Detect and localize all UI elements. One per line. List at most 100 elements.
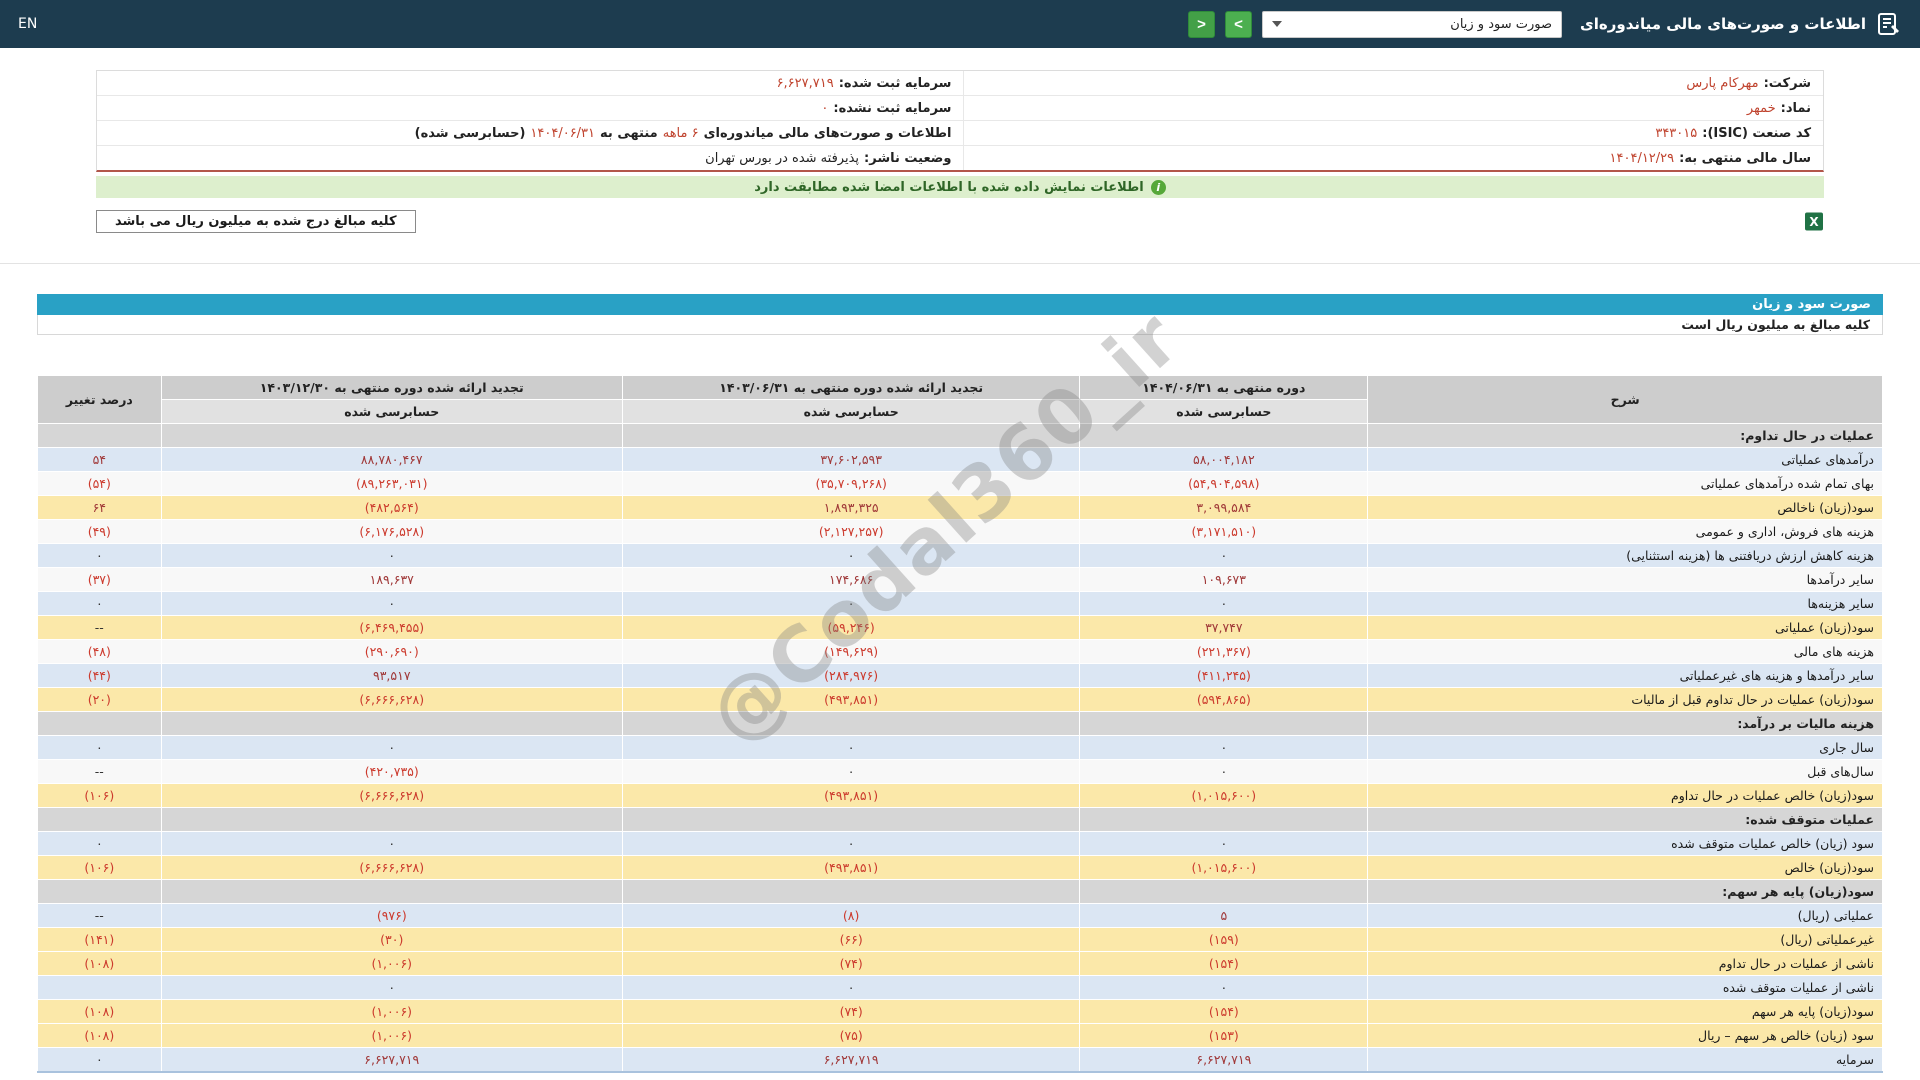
value-cell (1079, 879, 1369, 904)
value-cell: ۱۰۹,۶۷۳ (1079, 567, 1369, 592)
section-header-row: هزینه مالیات بر درآمد: (37, 711, 1883, 736)
period-audit-status: (حسابرسی شده) (414, 125, 526, 141)
statement-row: سود(زیان) عملیات در حال تداوم قبل از مال… (37, 687, 1883, 712)
value-cell: ۰ (160, 975, 623, 1000)
value-cell (160, 807, 623, 832)
company-field-value: پذیرفته شده در بورس تهران (705, 150, 860, 166)
value-cell: ۹۳,۵۱۷ (160, 663, 623, 688)
value-cell: (۱,۰۰۶) (160, 951, 623, 976)
value-cell: (۳,۱۷۱,۵۱۰) (1079, 519, 1369, 544)
row-label: سود(زیان) خالص (1367, 855, 1883, 880)
next-statement-button[interactable]: > (1225, 10, 1253, 38)
report-period-info: اطلاعات و صورت‌های مالی میاندوره‌ای ۶ ما… (97, 121, 963, 145)
company-field-label: نماد: (1780, 100, 1811, 116)
statement-row: سرمایه ۶,۶۲۷,۷۱۹ ۶,۶۲۷,۷۱۹ ۶,۶۲۷,۷۱۹ ۰ (37, 1047, 1883, 1072)
value-cell: (۴۸۲,۵۶۴) (160, 495, 623, 520)
value-cell: (۱۵۴) (1079, 951, 1369, 976)
value-cell: (۱,۰۱۵,۶۰۰) (1079, 855, 1369, 880)
isic-code-field: کد صنعت (ISIC): ۳۴۳۰۱۵ (963, 121, 1823, 145)
column-header-period-restated-2: تجدید ارائه شده دوره منتهی به ۱۴۰۳/۱۲/۳۰ (160, 375, 623, 400)
svg-text:X: X (1809, 215, 1819, 229)
divider (0, 263, 1920, 264)
value-cell: ۰ (160, 831, 623, 856)
change-percent-cell (37, 975, 162, 1000)
value-cell: (۲۲۱,۳۶۷) (1079, 639, 1369, 664)
value-cell: ۰ (621, 735, 1081, 760)
change-percent-cell: ۰ (37, 831, 162, 856)
period-date: ۱۴۰۴/۰۶/۳۱ (530, 125, 596, 141)
income-statement-table: شرح دوره منتهی به ۱۴۰۴/۰۶/۳۱ تجدید ارائه… (37, 375, 1883, 1073)
row-label: سال جاری (1367, 735, 1883, 760)
company-field-label: سرمایه ثبت نشده: (833, 100, 952, 116)
top-bar: اطلاعات و صورت‌های مالی میاندوره‌ای صورت… (0, 0, 1920, 48)
company-info-row: نماد: خمهر سرمایه ثبت نشده: ۰ (97, 95, 1823, 120)
value-cell: ۳۷,۷۴۷ (1079, 615, 1369, 640)
statement-select[interactable]: صورت سود و زیان (1262, 10, 1563, 38)
value-cell: ۰ (621, 831, 1081, 856)
period-text: منتهی به (600, 125, 658, 141)
row-label: سال‌های قبل (1367, 759, 1883, 784)
company-field-label: سال مالی منتهی به: (1679, 150, 1811, 166)
value-cell: ۱۷۴,۶۸۶ (621, 567, 1081, 592)
statement-row: ناشی از عملیات متوقف شده ۰ ۰ ۰ (37, 975, 1883, 1000)
value-cell: (۱۵۹) (1079, 927, 1369, 952)
row-label: هزینه های مالی (1367, 639, 1883, 664)
income-statement-section: صورت سود و زیان کلیه مبالغ به میلیون ریا… (37, 294, 1883, 1073)
value-cell: ۰ (160, 735, 623, 760)
change-percent-cell (37, 711, 162, 736)
row-label: سود (زیان) خالص عملیات متوقف شده (1367, 831, 1883, 856)
value-cell: ۰ (160, 591, 623, 616)
row-label: سایر درآمدها (1367, 567, 1883, 592)
change-percent-cell: -- (37, 759, 162, 784)
row-label: بهای تمام شده درآمدهای عملیاتی (1367, 471, 1883, 496)
notice-text: اطلاعات نمایش داده شده با اطلاعات امضا ش… (754, 179, 1144, 195)
row-label: عملیات در حال تداوم: (1367, 423, 1883, 448)
previous-statement-button[interactable]: < (1188, 10, 1216, 38)
statement-row: سود (زیان) خالص هر سهم – ریال (۱۵۳) (۷۵) (۱… (37, 1023, 1883, 1048)
value-cell: (۷۵) (621, 1023, 1081, 1048)
column-header-period-current: دوره منتهی به ۱۴۰۴/۰۶/۳۱ (1079, 375, 1369, 400)
value-cell (621, 711, 1081, 736)
value-cell: ۰ (621, 591, 1081, 616)
value-cell (1079, 711, 1369, 736)
change-percent-cell: (۱۰۶) (37, 855, 162, 880)
statement-row: سایر هزینه‌ها ۰ ۰ ۰ ۰ (37, 591, 1883, 616)
language-toggle[interactable]: EN (18, 16, 37, 32)
value-cell: ۱۸۹,۶۳۷ (160, 567, 623, 592)
row-label: هزینه کاهش ارزش دریافتنی ها (هزینه استثن… (1367, 543, 1883, 568)
company-info-row: سال مالی منتهی به: ۱۴۰۴/۱۲/۲۹ وضعیت ناشر… (97, 145, 1823, 170)
section-header-row: عملیات متوقف شده: (37, 807, 1883, 832)
change-percent-cell: ۰ (37, 1047, 162, 1072)
company-field-value: خمهر (1746, 100, 1776, 116)
statement-row: سود(زیان) ناخالص ۳,۰۹۹,۵۸۴ ۱,۸۹۳,۳۲۵ (۴۸۲,۵… (37, 495, 1883, 520)
section-header-row: سود(زیان) پایه هر سهم: (37, 879, 1883, 904)
value-cell: (۲۹۰,۶۹۰) (160, 639, 623, 664)
change-percent-cell: (۴۴) (37, 663, 162, 688)
statement-row: غیرعملیاتی (ریال) (۱۵۹) (۶۶) (۳۰) (۱۴۱) (37, 927, 1883, 952)
period-duration: ۶ ماهه (662, 125, 699, 141)
statement-select-value: صورت سود و زیان (1450, 16, 1553, 32)
row-label: سود(زیان) ناخالص (1367, 495, 1883, 520)
row-label: ناشی از عملیات متوقف شده (1367, 975, 1883, 1000)
statement-row: سایر درآمدها و هزینه های غیرعملیاتی (۴۱۱,… (37, 663, 1883, 688)
value-cell: (۶,۶۶۶,۶۲۸) (160, 783, 623, 808)
company-field-value: مهرکام پارس (1686, 75, 1759, 91)
excel-export-button[interactable]: X (1804, 211, 1824, 232)
column-header-period-restated-1: تجدید ارائه شده دوره منتهی به ۱۴۰۳/۰۶/۳۱ (621, 375, 1081, 400)
issuer-status-field: وضعیت ناشر: پذیرفته شده در بورس تهران (97, 146, 963, 170)
statement-row: درآمدهای عملیاتی ۵۸,۰۰۴,۱۸۲ ۳۷,۶۰۲,۵۹۳ ۸۸,۷… (37, 447, 1883, 472)
value-cell: (۴۹۳,۸۵۱) (621, 855, 1081, 880)
value-cell: ۰ (1079, 975, 1369, 1000)
row-label: درآمدهای عملیاتی (1367, 447, 1883, 472)
chevron-down-icon (1272, 21, 1283, 27)
company-field-label: کد صنعت (ISIC): (1702, 125, 1811, 141)
company-field-value: ۳۴۳۰۱۵ (1655, 125, 1698, 141)
value-cell: (۸۹,۲۶۳,۰۳۱) (160, 471, 623, 496)
row-label: سرمایه (1367, 1047, 1883, 1072)
value-cell: ۰ (1079, 735, 1369, 760)
company-field-label: سرمایه ثبت شده: (838, 75, 952, 91)
change-percent-cell (37, 807, 162, 832)
statement-row: سود(زیان) خالص (۱,۰۱۵,۶۰۰) (۴۹۳,۸۵۱) (۶,۶۶۶… (37, 855, 1883, 880)
statement-row: سود(زیان) پایه هر سهم (۱۵۴) (۷۴) (۱,۰۰۶) (۱۰… (37, 999, 1883, 1024)
change-percent-cell: -- (37, 903, 162, 928)
